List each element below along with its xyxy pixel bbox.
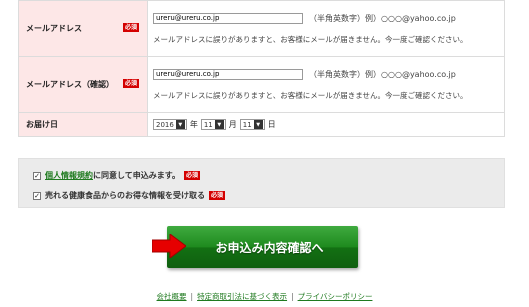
email-confirm-row: メールアドレス（確認） 必須 （半角英数字）例）○○○@yahoo.co.jp … — [18, 56, 505, 113]
privacy-policy-link[interactable]: 個人情報規約 — [45, 171, 93, 180]
month-select[interactable]: 11 ▼ — [200, 119, 226, 130]
commercial-law-link[interactable]: 特定商取引法に基づく表示 — [197, 292, 287, 301]
delivery-date-row: お届け日 2016 ▼ 年 11 ▼ 月 11 ▼ 日 — [18, 112, 505, 137]
required-badge: 必須 — [183, 171, 200, 180]
day-unit: 日 — [267, 120, 276, 129]
email-confirm-hint: （半角英数字）例）○○○@yahoo.co.jp — [309, 69, 456, 79]
email-row: メールアドレス 必須 （半角英数字）例）○○○@yahoo.co.jp メールア… — [18, 0, 505, 57]
email-confirm-input[interactable] — [153, 68, 303, 80]
month-unit: 月 — [228, 120, 237, 129]
email-label: メールアドレス — [26, 24, 82, 33]
required-badge: 必須 — [123, 79, 140, 88]
email-confirm-value-cell: （半角英数字）例）○○○@yahoo.co.jp メールアドレスに誤りがあります… — [147, 56, 505, 113]
confirm-order-button[interactable]: お申込み内容確認へ — [167, 226, 358, 268]
confirm-order-cta: お申込み内容確認へ — [152, 226, 358, 268]
delivery-date-label-cell: お届け日 — [18, 112, 148, 137]
email-confirm-label-cell: メールアドレス（確認） 必須 — [18, 56, 148, 113]
day-select[interactable]: 11 ▼ — [239, 119, 265, 130]
delivery-date-label: お届け日 — [26, 120, 58, 129]
year-select[interactable]: 2016 ▼ — [153, 119, 187, 130]
order-form-table: メールアドレス 必須 （半角英数字）例）○○○@yahoo.co.jp メールア… — [18, 0, 505, 137]
email-note: メールアドレスに誤りがありますと、お客様にメールが届きません。今一度ご確認くださ… — [153, 34, 468, 44]
footer-links: 会社概要 | 特定商取引法に基づく表示 | プライバシーポリシー — [0, 291, 529, 302]
footer-separator: | — [291, 292, 294, 301]
privacy-agreement: ✓ 個人情報規約に同意して申込みます。 必須 — [33, 170, 504, 181]
privacy-policy-footer-link[interactable]: プライバシーポリシー — [298, 292, 373, 301]
newsletter-agreement: ✓ 売れる健康食品からのお得な情報を受け取る 必須 — [33, 190, 504, 201]
email-label-cell: メールアドレス 必須 — [18, 0, 148, 57]
company-info-link[interactable]: 会社概要 — [157, 292, 187, 301]
email-value-cell: （半角英数字）例）○○○@yahoo.co.jp メールアドレスに誤りがあります… — [147, 0, 505, 57]
privacy-checkbox[interactable]: ✓ — [33, 171, 41, 180]
arrow-right-icon — [152, 234, 186, 258]
year-unit: 年 — [189, 120, 198, 129]
required-badge: 必須 — [123, 23, 140, 32]
email-hint: （半角英数字）例）○○○@yahoo.co.jp — [309, 13, 456, 23]
day-value: 11 — [242, 120, 252, 129]
year-value: 2016 — [156, 120, 174, 129]
email-confirm-note: メールアドレスに誤りがありますと、お客様にメールが届きません。今一度ご確認くださ… — [153, 90, 468, 100]
chevron-down-icon: ▼ — [214, 120, 224, 129]
privacy-agreement-text: に同意して申込みます。 — [93, 171, 180, 180]
required-badge: 必須 — [209, 191, 226, 200]
newsletter-checkbox[interactable]: ✓ — [33, 191, 41, 200]
month-value: 11 — [203, 120, 213, 129]
footer-separator: | — [190, 292, 194, 301]
email-confirm-label: メールアドレス（確認） — [26, 80, 114, 89]
delivery-date-value-cell: 2016 ▼ 年 11 ▼ 月 11 ▼ 日 — [147, 112, 505, 137]
email-input[interactable] — [153, 12, 303, 24]
chevron-down-icon: ▼ — [175, 120, 185, 129]
chevron-down-icon: ▼ — [253, 120, 263, 129]
newsletter-text: 売れる健康食品からのお得な情報を受け取る — [45, 191, 205, 200]
agreement-box: ✓ 個人情報規約に同意して申込みます。 必須 ✓ 売れる健康食品からのお得な情報… — [18, 158, 505, 208]
